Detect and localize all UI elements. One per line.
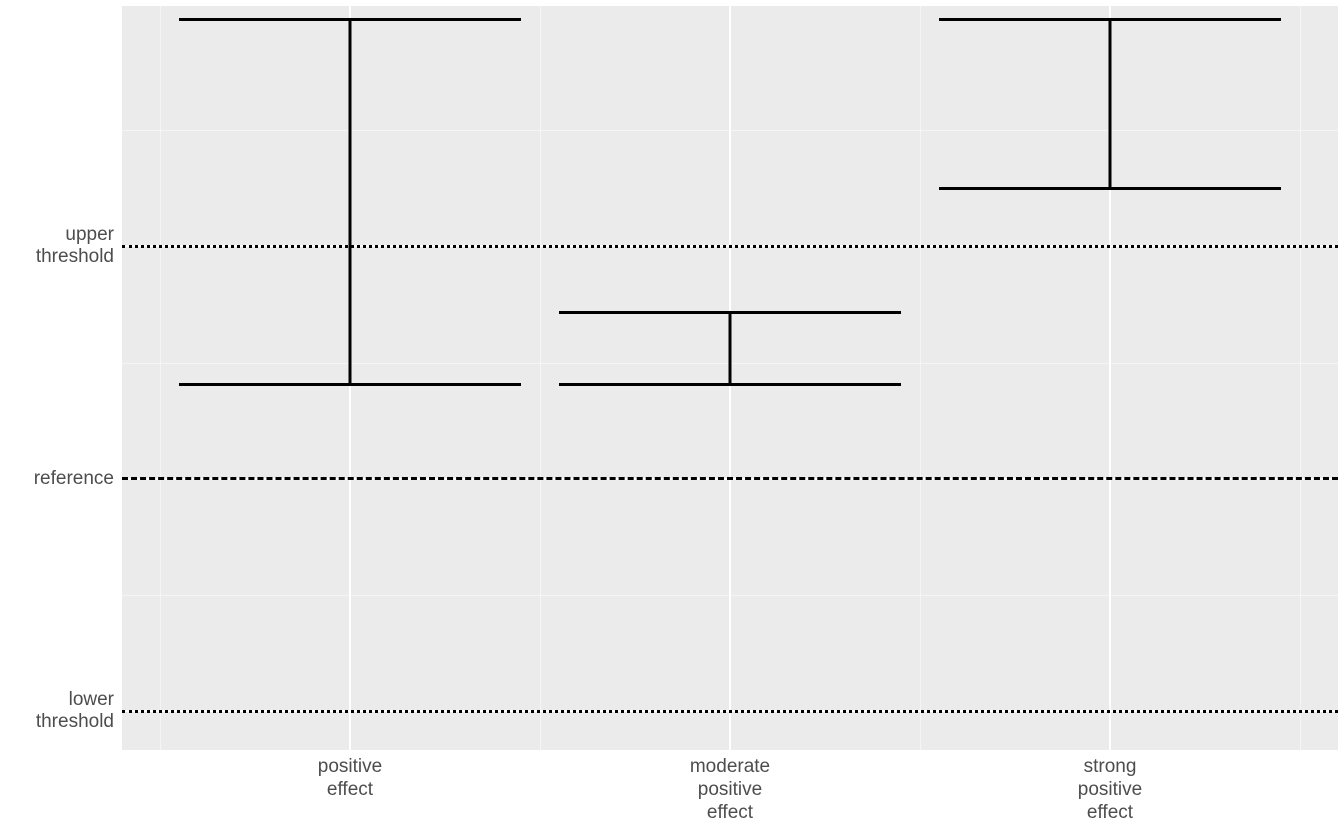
y-tick-label: upper threshold [36, 224, 114, 268]
error-bar-cap-bottom [939, 187, 1281, 190]
error-bar [939, 18, 1281, 190]
error-bar-cap-top [179, 18, 521, 21]
x-tick-label: positive effect [318, 756, 382, 802]
reference-line [122, 477, 1338, 480]
x-tick-label: moderate positive effect [690, 756, 770, 824]
error-bar-cap-top [939, 18, 1281, 21]
error-bar-cap-bottom [179, 383, 521, 386]
minor-gridline-v [160, 6, 161, 750]
error-bar-stem [729, 311, 732, 385]
y-axis: upper threshold reference lower threshold [0, 6, 114, 750]
error-bar [559, 311, 901, 385]
error-bar-stem [349, 18, 352, 385]
error-bar-stem [1109, 18, 1112, 190]
y-tick-label: reference [34, 468, 114, 490]
minor-gridline-v [920, 6, 921, 750]
reference-line [122, 710, 1338, 713]
minor-gridline-v [1300, 6, 1301, 750]
error-bar-cap-bottom [559, 383, 901, 386]
effect-size-chart: upper thresholdreferencelower threshold … [0, 0, 1344, 830]
error-bar-cap-top [559, 311, 901, 314]
x-axis: positive effect moderate positive effect s… [122, 756, 1338, 836]
minor-gridline-v [540, 6, 541, 750]
plot-panel [122, 6, 1338, 750]
x-tick-label: strong positive effect [1078, 756, 1142, 824]
error-bar [179, 18, 521, 385]
y-tick-label: lower threshold [36, 689, 114, 733]
